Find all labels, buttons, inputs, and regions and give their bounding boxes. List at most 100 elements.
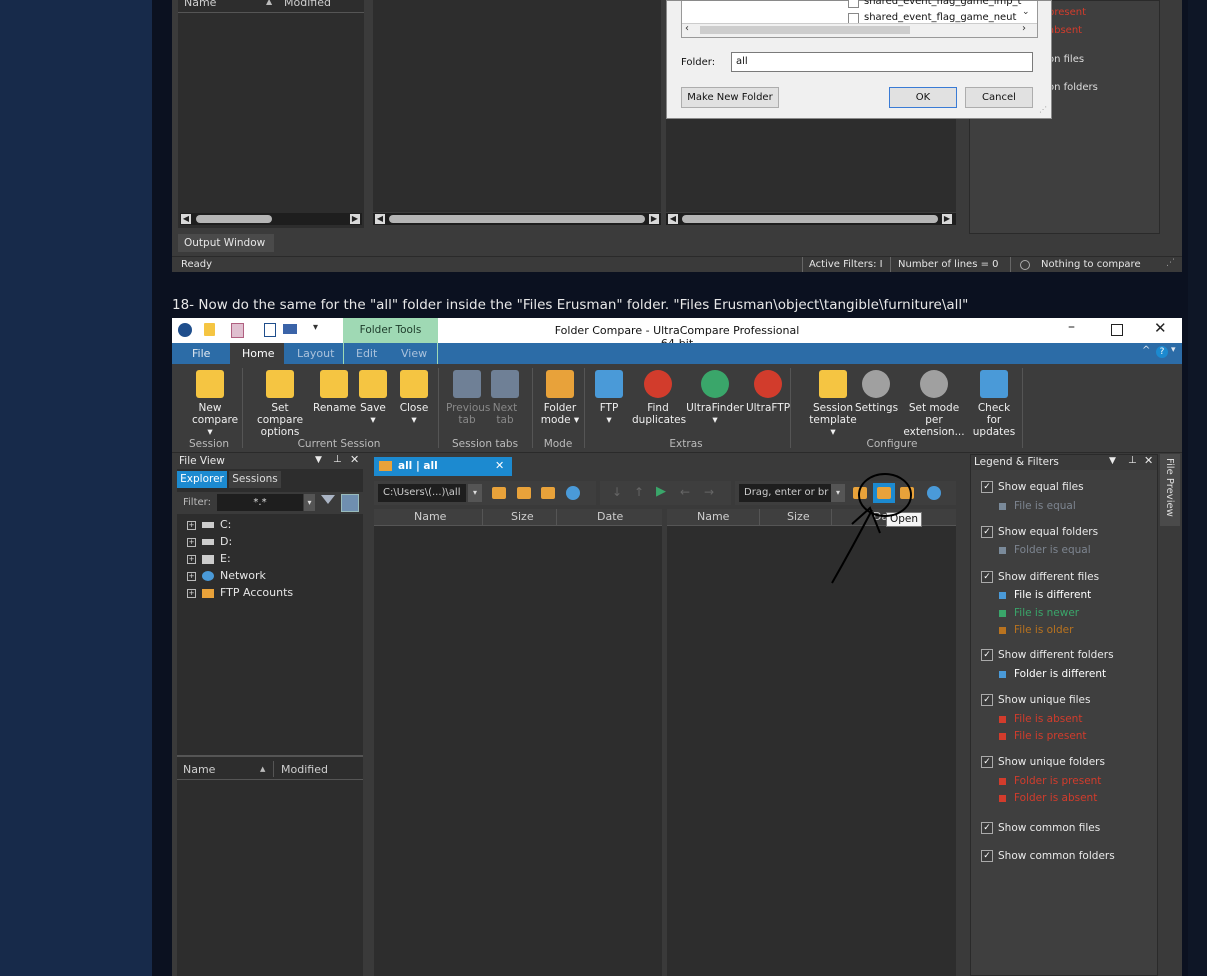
help-dropdown-icon[interactable]: ▾ — [1171, 345, 1176, 355]
resize-grip-icon[interactable]: ⋰ — [1039, 105, 1047, 114]
make-new-folder-button[interactable]: Make New Folder — [681, 87, 779, 108]
folder-up-icon[interactable] — [492, 487, 506, 499]
column-divider[interactable] — [556, 509, 557, 525]
checkbox-icon[interactable] — [848, 0, 859, 8]
checkbox-icon[interactable]: ✓ — [981, 850, 993, 862]
arrow-left-icon[interactable]: ← — [680, 485, 690, 499]
panel-close-icon[interactable]: ✕ — [1144, 454, 1153, 467]
right-compare-pane[interactable] — [667, 526, 956, 976]
scroll-left-icon[interactable]: ‹ — [685, 23, 689, 34]
column-divider[interactable] — [273, 761, 274, 777]
top-list-name-header[interactable]: Name — [184, 0, 216, 9]
tree-ftp-accounts[interactable]: + FTP Accounts — [187, 586, 293, 599]
menu-edit[interactable]: Edit — [356, 347, 377, 360]
panel-splitter[interactable] — [177, 755, 363, 757]
ribbon-button-13[interactable]: Settings — [855, 364, 898, 414]
right-col-name[interactable]: Name — [697, 510, 729, 523]
folder-tools-context-tab[interactable]: Folder Tools — [343, 318, 438, 343]
expand-icon[interactable]: + — [187, 554, 196, 564]
panel-menu-icon[interactable]: ▼ — [1109, 456, 1116, 466]
checkbox-icon[interactable]: ✓ — [981, 694, 993, 706]
ribbon-button-14[interactable]: Set mode per extension... — [900, 364, 968, 438]
folder-item[interactable]: shared_event_flag_game_imp_t — [864, 0, 1021, 7]
filter-toggle-icon[interactable] — [341, 494, 359, 512]
ribbon-button-15[interactable]: Check for updates — [969, 364, 1019, 438]
ok-button[interactable]: OK — [889, 87, 957, 108]
ftp-open-icon[interactable] — [566, 486, 580, 500]
file-preview-side-tab[interactable]: File Preview — [1160, 454, 1180, 526]
menu-layout[interactable]: Layout — [297, 347, 334, 360]
open-folder-icon[interactable] — [517, 487, 531, 499]
menu-view[interactable]: View — [401, 347, 427, 360]
list-name-header[interactable]: Name — [183, 763, 215, 776]
output-window-tab[interactable]: Output Window — [178, 234, 274, 252]
panel-close-icon[interactable]: ✕ — [350, 453, 359, 466]
left-col-name[interactable]: Name — [414, 510, 446, 523]
checkbox-icon[interactable]: ✓ — [981, 822, 993, 834]
close-icon[interactable]: ✕ — [1154, 319, 1167, 337]
resize-grip-icon[interactable]: ⋰ — [1166, 258, 1175, 268]
tree-drive-d[interactable]: + D: — [187, 535, 232, 548]
dialog-hscrollbar[interactable]: ‹ › — [682, 23, 1037, 37]
menu-file[interactable]: File — [192, 347, 210, 360]
scroll-right-icon[interactable]: › — [1022, 23, 1026, 34]
legend-filter-0[interactable]: ✓ Show equal files — [981, 481, 1084, 493]
scroll-thumb[interactable] — [682, 215, 938, 223]
ribbon-button-8[interactable]: FTP ▾ — [595, 364, 623, 426]
tree-drive-e[interactable]: + E: — [187, 552, 231, 565]
tab-explorer[interactable]: Explorer — [177, 471, 227, 488]
quick-access-dropdown-icon[interactable]: ▾ — [313, 322, 318, 333]
chevron-down-icon[interactable]: ⌄ — [1022, 7, 1030, 17]
print-icon[interactable] — [283, 324, 297, 334]
legend-filter-6[interactable]: ✓ Show common files — [981, 822, 1100, 834]
scroll-thumb[interactable] — [389, 215, 645, 223]
left-path-dropdown-icon[interactable]: ▾ — [468, 484, 482, 502]
right-path-input[interactable]: Drag, enter or br — [739, 484, 831, 502]
checkbox-icon[interactable]: ✓ — [981, 649, 993, 661]
checkbox-icon[interactable]: ✓ — [981, 481, 993, 493]
ribbon-button-4[interactable]: Close ▾ — [399, 364, 429, 426]
pin-icon[interactable]: ⊥ — [333, 454, 342, 465]
collapse-ribbon-icon[interactable]: ^ — [1142, 345, 1150, 356]
expand-icon[interactable]: + — [187, 571, 196, 581]
column-divider[interactable] — [759, 509, 760, 525]
scroll-right-icon[interactable]: ▶ — [350, 214, 360, 224]
help-icon[interactable]: ? — [1156, 346, 1168, 358]
ribbon-button-11[interactable]: UltraFTP — [745, 364, 791, 414]
legend-filter-1[interactable]: ✓ Show equal folders — [981, 526, 1098, 538]
legend-filter-3[interactable]: ✓ Show different folders — [981, 649, 1114, 661]
minimize-icon[interactable]: – — [1068, 319, 1075, 335]
folder-input[interactable]: all — [731, 52, 1033, 72]
folder-tree-list[interactable]: shared_event_flag_game_imp_t shared_even… — [681, 0, 1038, 38]
right-col-size[interactable]: Size — [787, 510, 810, 523]
copy-icon[interactable] — [231, 323, 244, 338]
ribbon-button-5[interactable]: Previous tab — [446, 364, 490, 426]
maximize-icon[interactable] — [1111, 324, 1123, 336]
expand-icon[interactable]: + — [187, 537, 196, 547]
new-file-icon[interactable] — [204, 323, 215, 336]
ribbon-button-9[interactable]: Find duplicates — [632, 364, 686, 426]
play-compare-icon[interactable]: ▶ — [656, 484, 666, 499]
folder-item[interactable]: shared_event_flag_game_neut — [864, 12, 1016, 23]
left-compare-pane[interactable] — [374, 526, 662, 976]
cancel-button[interactable]: Cancel — [965, 87, 1033, 108]
ribbon-button-0[interactable]: New compare ▾ — [192, 364, 238, 438]
refresh-folder-icon[interactable] — [541, 487, 555, 499]
filter-icon[interactable] — [321, 495, 335, 504]
ribbon-button-12[interactable]: Session template ▾ — [806, 364, 860, 438]
checkbox-icon[interactable]: ✓ — [981, 756, 993, 768]
column-divider[interactable] — [482, 509, 483, 525]
ribbon-button-1[interactable]: Set compare options — [249, 364, 311, 438]
tab-sessions[interactable]: Sessions — [229, 471, 281, 488]
compare-tab[interactable]: all | all ✕ — [374, 457, 512, 476]
scroll-thumb[interactable] — [196, 215, 272, 223]
arrow-down-icon[interactable]: ↓ — [612, 485, 622, 499]
left-col-size[interactable]: Size — [511, 510, 534, 523]
pin-icon[interactable]: ⊥ — [1128, 455, 1137, 466]
scroll-left-icon[interactable]: ◀ — [668, 214, 678, 224]
scroll-thumb[interactable] — [700, 26, 910, 34]
ribbon-button-10[interactable]: UltraFinder ▾ — [685, 364, 745, 426]
filter-input[interactable]: *.* — [217, 494, 303, 511]
ribbon-button-2[interactable]: Rename — [313, 364, 356, 414]
ribbon-button-7[interactable]: Folder mode ▾ — [539, 364, 581, 426]
